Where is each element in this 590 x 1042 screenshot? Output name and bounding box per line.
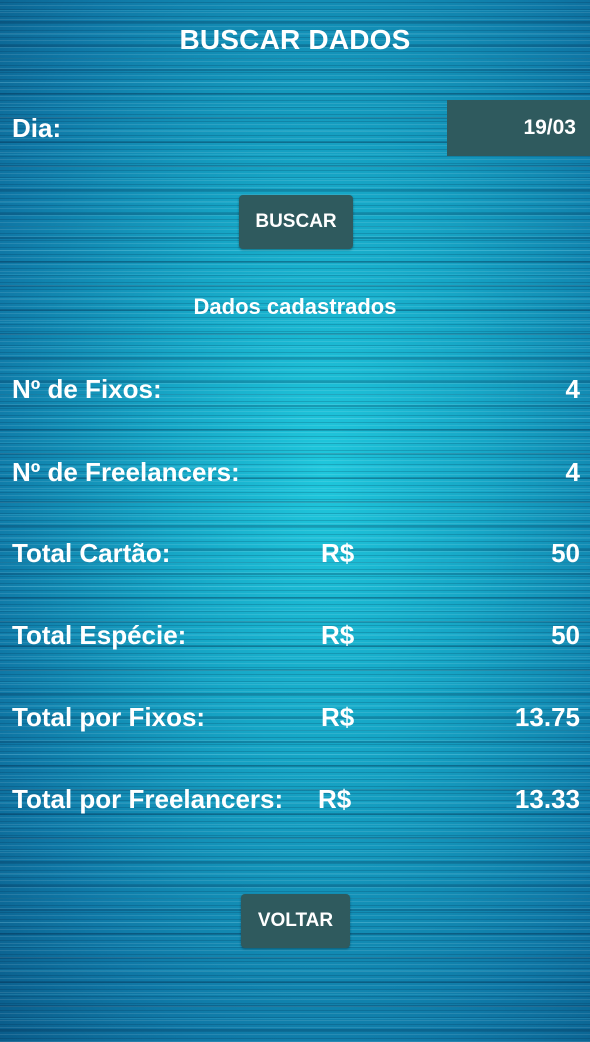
total-cash-label: Total Espécie: (12, 620, 187, 650)
total-card-currency: R$ (321, 538, 355, 568)
total-card-label: Total Cartão: (12, 538, 171, 568)
search-button[interactable]: BUSCAR (239, 195, 353, 249)
day-input[interactable] (447, 100, 590, 156)
day-label: Dia: (12, 113, 62, 143)
total-cash-value: 50 (551, 620, 580, 650)
fixed-count-label: Nº de Fixos: (12, 374, 162, 404)
freelancer-count-value: 4 (565, 457, 580, 487)
total-card-value: 50 (551, 538, 580, 568)
total-cash-currency: R$ (321, 620, 355, 650)
section-title: Dados cadastrados (193, 294, 397, 319)
page-title: BUSCAR DADOS (179, 24, 411, 55)
total-cash-row: Total Espécie: R$ 50 (12, 615, 580, 655)
total-per-freelancer-currency: R$ (318, 784, 352, 814)
total-card-row: Total Cartão: R$ 50 (12, 533, 580, 573)
total-per-fixed-value: 13.75 (514, 702, 580, 732)
total-per-fixed-row: Total por Fixos: R$ 13.75 (12, 697, 580, 737)
freelancer-count-row: Nº de Freelancers: 4 (12, 452, 580, 492)
total-per-freelancer-row: Total por Freelancers: R$ 13.33 (12, 779, 580, 819)
total-per-fixed-label: Total por Fixos: (12, 702, 206, 732)
total-per-freelancer-value: 13.33 (514, 784, 580, 814)
total-per-freelancer-label: Total por Freelancers: (12, 784, 284, 814)
fixed-count-row: Nº de Fixos: 4 (12, 369, 580, 409)
back-button[interactable]: VOLTAR (241, 894, 350, 948)
total-per-fixed-currency: R$ (321, 702, 355, 732)
fixed-count-value: 4 (565, 374, 580, 404)
freelancer-count-label: Nº de Freelancers: (12, 457, 240, 487)
